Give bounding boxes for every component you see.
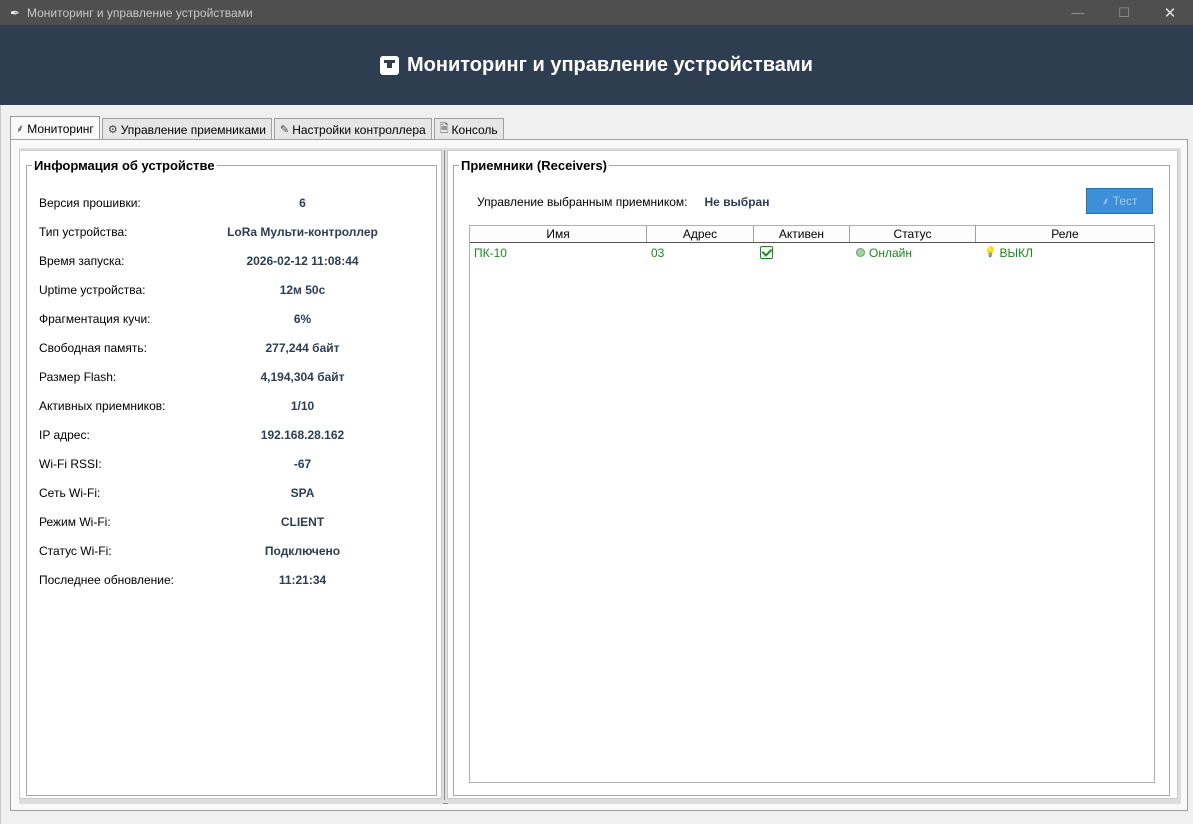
online-dot-icon <box>856 248 865 257</box>
test-button[interactable]: ⸙ Тест <box>1086 188 1153 214</box>
info-label: Фрагментация кучи: <box>39 312 151 326</box>
tab-monitoring[interactable]: ⸙ Мониторинг <box>10 116 100 140</box>
cell-relay: 💡 ВЫКЛ <box>976 243 1154 262</box>
column-header-address[interactable]: Адрес <box>647 226 754 242</box>
info-value: 12м 50с <box>279 283 326 297</box>
window-title: Мониторинг и управление устройствами <box>27 5 253 20</box>
app-header: Мониторинг и управление устройствами <box>0 25 1193 105</box>
test-button-label: Тест <box>1112 194 1138 208</box>
receivers-table[interactable]: Имя Адрес Активен Статус Реле ПК-10 03 О… <box>469 225 1155 783</box>
info-row: Тип устройства: LoRa Мульти-контроллер <box>20 222 420 242</box>
info-row: Режим Wi-Fi: CLIENT <box>20 512 420 532</box>
info-label: Сеть Wi-Fi: <box>39 486 101 500</box>
selected-receiver-row: Управление выбранным приемником: Не выбр… <box>477 193 769 211</box>
info-value: 2026-02-12 11:08:44 <box>246 254 359 268</box>
info-label: Время запуска: <box>39 254 125 268</box>
info-label: Wi-Fi RSSI: <box>39 457 102 471</box>
info-row: Последнее обновление: 11:21:34 <box>20 570 420 590</box>
receivers-panel: Приемники (Receivers) Управление выбранн… <box>447 150 1178 799</box>
info-value: 11:21:34 <box>278 573 327 587</box>
device-info-legend: Информация об устройстве <box>32 158 217 173</box>
maximize-button[interactable]: ☐ <box>1101 0 1147 25</box>
info-value: 1/10 <box>290 399 315 413</box>
info-row: Свободная память: 277,244 байт <box>20 338 420 358</box>
cell-status: Онлайн <box>850 243 976 262</box>
gear-icon: ⚙ <box>107 124 118 136</box>
info-value: 277,244 байт <box>265 341 340 355</box>
info-label: Версия прошивки: <box>39 196 141 210</box>
info-value: SPA <box>290 486 315 500</box>
info-label: Uptime устройства: <box>39 283 146 297</box>
relay-text: ВЫКЛ <box>999 245 1033 260</box>
info-label: Режим Wi-Fi: <box>39 515 111 529</box>
info-label: Статус Wi-Fi: <box>39 544 112 558</box>
checkmark-icon <box>760 246 773 259</box>
tab-label: Консоль <box>451 122 498 137</box>
selected-receiver-value: Не выбран <box>704 195 770 209</box>
device-info-panel: Информация об устройстве Версия прошивки… <box>19 150 442 799</box>
info-row: IP адрес: 192.168.28.162 <box>20 425 420 445</box>
info-value: 6% <box>293 312 312 326</box>
column-header-status[interactable]: Статус <box>850 226 976 242</box>
tab-console[interactable]: 🗎 Консоль <box>433 118 504 140</box>
cell-name: ПК-10 <box>474 245 507 260</box>
info-label: Свободная память: <box>39 341 147 355</box>
info-label: Последнее обновление: <box>39 573 174 587</box>
column-header-relay[interactable]: Реле <box>976 226 1154 242</box>
window-titlebar: ✒ Мониторинг и управление устройствами —… <box>0 0 1193 25</box>
column-header-name[interactable]: Имя <box>470 226 647 242</box>
bulb-icon: 💡 <box>984 247 997 258</box>
info-label: Тип устройства: <box>39 225 128 239</box>
info-value: CLIENT <box>280 515 325 529</box>
info-value: LoRa Мульти-контроллер <box>227 225 378 239</box>
document-icon: 🗎 <box>439 123 449 135</box>
info-row: Сеть Wi-Fi: SPA <box>20 483 420 503</box>
wrench-icon: ✎ <box>280 124 290 136</box>
cell-active <box>754 243 850 262</box>
info-row: Время запуска: 2026-02-12 11:08:44 <box>20 251 420 271</box>
column-header-active[interactable]: Активен <box>754 226 850 242</box>
tab-label: Управление приемниками <box>120 122 266 137</box>
window-controls: — ☐ ✕ <box>1055 0 1193 25</box>
tab-label: Мониторинг <box>27 121 94 136</box>
tab-receivers[interactable]: ⚙ Управление приемниками <box>101 118 272 140</box>
tab-controller-settings[interactable]: ✎ Настройки контроллера <box>274 118 432 140</box>
info-row: Фрагментация кучи: 6% <box>20 309 420 329</box>
info-label: Активных приемников: <box>39 399 166 413</box>
info-row: Статус Wi-Fi: Подключено <box>20 541 420 561</box>
tab-bar: ⸙ Мониторинг ⚙ Управление приемниками ✎ … <box>10 116 506 140</box>
status-text: Онлайн <box>869 245 912 260</box>
info-value: 4,194,304 байт <box>260 370 345 384</box>
info-row: Размер Flash: 4,194,304 байт <box>20 367 420 387</box>
info-value: 6 <box>299 196 306 210</box>
device-icon <box>380 55 400 75</box>
monitoring-icon: ⸙ <box>16 123 25 135</box>
info-row: Версия прошивки: 6 <box>20 193 420 213</box>
close-button[interactable]: ✕ <box>1147 0 1193 25</box>
info-label: Размер Flash: <box>39 370 117 384</box>
test-icon: ⸙ <box>1101 195 1110 208</box>
cell-address: 03 <box>651 245 665 260</box>
info-value: Подключено <box>264 544 341 558</box>
info-value: -67 <box>293 457 312 471</box>
table-header: Имя Адрес Активен Статус Реле <box>470 226 1154 243</box>
receivers-legend: Приемники (Receivers) <box>459 158 610 173</box>
page-title: Мониторинг и управление устройствами <box>407 53 813 76</box>
tab-label: Настройки контроллера <box>292 122 426 137</box>
feather-icon: ✒ <box>9 5 21 20</box>
minimize-button[interactable]: — <box>1055 0 1101 25</box>
table-row[interactable]: ПК-10 03 Онлайн 💡 ВЫКЛ <box>470 243 1154 262</box>
info-row: Wi-Fi RSSI: -67 <box>20 454 420 474</box>
info-row: Активных приемников: 1/10 <box>20 396 420 416</box>
selected-receiver-label: Управление выбранным приемником: <box>477 195 688 209</box>
info-label: IP адрес: <box>39 428 90 442</box>
info-value: 192.168.28.162 <box>260 428 345 442</box>
info-row: Uptime устройства: 12м 50с <box>20 280 420 300</box>
